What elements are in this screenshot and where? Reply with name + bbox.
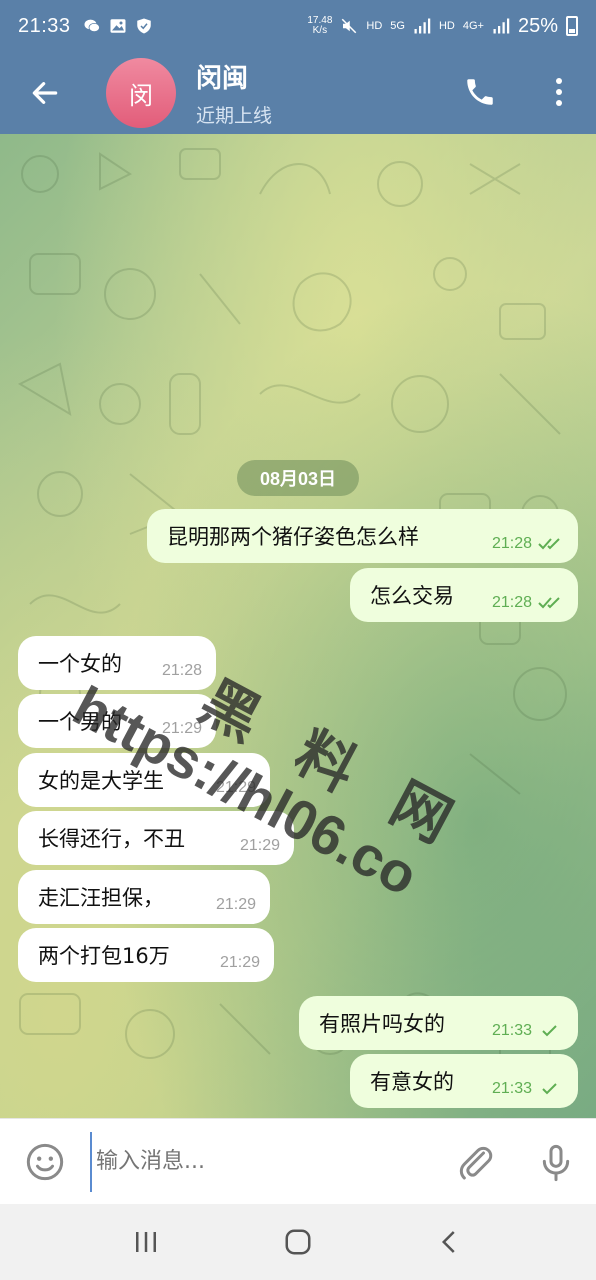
message-input[interactable] xyxy=(90,1131,420,1192)
message-time: 21:29 xyxy=(215,896,256,913)
message-text: 一个男的 xyxy=(38,710,122,734)
message-text: 女的是大学生 xyxy=(38,769,164,793)
shield-icon xyxy=(136,18,151,34)
message-text: 一个女的 xyxy=(38,652,122,676)
microphone-icon xyxy=(542,1144,570,1182)
message-incoming[interactable]: 一个男的 21:29 xyxy=(18,694,216,748)
message-input-bar xyxy=(0,1118,596,1204)
attach-button[interactable] xyxy=(452,1139,500,1187)
message-outgoing[interactable]: 有照片吗女的 21:33 xyxy=(299,996,578,1050)
status-time: 21:33 xyxy=(18,14,71,37)
message-time: 21:28 xyxy=(491,535,532,552)
message-text: 有意女的 xyxy=(370,1070,454,1094)
back-nav-button[interactable] xyxy=(420,1212,480,1272)
more-vert-icon xyxy=(556,78,562,106)
message-text: 两个打包16万 xyxy=(38,944,170,968)
signal-icon xyxy=(414,18,431,34)
paperclip-icon xyxy=(459,1146,493,1180)
message-text: 有照片吗女的 xyxy=(319,1012,445,1036)
message-time: 21:33 xyxy=(491,1022,532,1039)
home-button[interactable] xyxy=(268,1212,328,1272)
message-text: 怎么交易 xyxy=(370,584,454,608)
battery-icon xyxy=(566,16,578,36)
message-time: 21:28 xyxy=(161,662,202,679)
recent-apps-button[interactable] xyxy=(116,1212,176,1272)
message-text: 昆明那两个猪仔姿色怎么样 xyxy=(167,525,419,549)
message-outgoing[interactable]: 有意女的 21:33 xyxy=(350,1054,578,1108)
message-text: 走汇汪担保， xyxy=(38,886,164,910)
message-outgoing[interactable]: 怎么交易 21:28 xyxy=(350,568,578,622)
message-incoming[interactable]: 走汇汪担保， 21:29 xyxy=(18,870,270,924)
call-button[interactable] xyxy=(460,72,500,112)
gallery-icon xyxy=(110,19,126,33)
message-time: 21:28 xyxy=(491,594,532,611)
message-time: 21:33 xyxy=(491,1080,532,1097)
message-incoming[interactable]: 女的是大学生 21:29 xyxy=(18,753,270,807)
phone-icon xyxy=(467,79,493,105)
emoji-icon xyxy=(26,1143,64,1180)
check-icon xyxy=(542,1025,557,1037)
home-icon xyxy=(285,1229,311,1255)
message-time: 21:29 xyxy=(219,954,260,971)
network-speed: 17.48 K/s xyxy=(307,15,333,36)
arrow-left-icon xyxy=(32,82,58,104)
message-incoming[interactable]: 长得还行，不丑 21:29 xyxy=(18,811,294,865)
message-incoming[interactable]: 两个打包16万 21:29 xyxy=(18,928,274,982)
system-navigation-bar xyxy=(0,1204,596,1280)
mute-icon xyxy=(342,18,357,34)
battery-percent: 25% xyxy=(517,14,558,37)
message-outgoing[interactable]: 昆明那两个猪仔姿色怎么样 21:28 xyxy=(147,509,578,563)
status-bar: 21:33 17.48 K/s HD 5G HD 4G+ 25% xyxy=(0,0,596,52)
date-separator: 08月03日 xyxy=(237,460,359,496)
message-time: 21:29 xyxy=(161,720,202,737)
emoji-button[interactable] xyxy=(0,1119,90,1205)
double-check-icon xyxy=(538,597,560,609)
check-icon xyxy=(542,1083,557,1095)
chat-area[interactable]: 08月03日 昆明那两个猪仔姿色怎么样 21:28 怎么交易 21:28 一个女… xyxy=(0,134,596,1118)
more-button[interactable] xyxy=(544,72,574,112)
wechat-icon xyxy=(84,19,100,32)
microphone-button[interactable] xyxy=(532,1139,580,1187)
chat-title-area[interactable]: 闵闽 近期上线 xyxy=(196,58,272,128)
double-check-icon xyxy=(538,538,560,550)
chevron-left-icon xyxy=(441,1231,455,1253)
recent-apps-icon xyxy=(136,1232,156,1252)
signal-icon-2 xyxy=(493,18,510,34)
message-time: 21:29 xyxy=(239,837,280,854)
chat-header: 闵 闵闽 近期上线 xyxy=(0,52,596,134)
back-button[interactable] xyxy=(0,52,90,134)
chat-title: 闵闽 xyxy=(196,64,249,94)
chat-subtitle: 近期上线 xyxy=(196,105,273,127)
message-incoming[interactable]: 一个女的 21:28 xyxy=(18,636,216,690)
message-text: 长得还行，不丑 xyxy=(38,827,185,851)
message-time: 21:29 xyxy=(215,779,256,796)
avatar[interactable]: 闵 xyxy=(106,58,176,128)
